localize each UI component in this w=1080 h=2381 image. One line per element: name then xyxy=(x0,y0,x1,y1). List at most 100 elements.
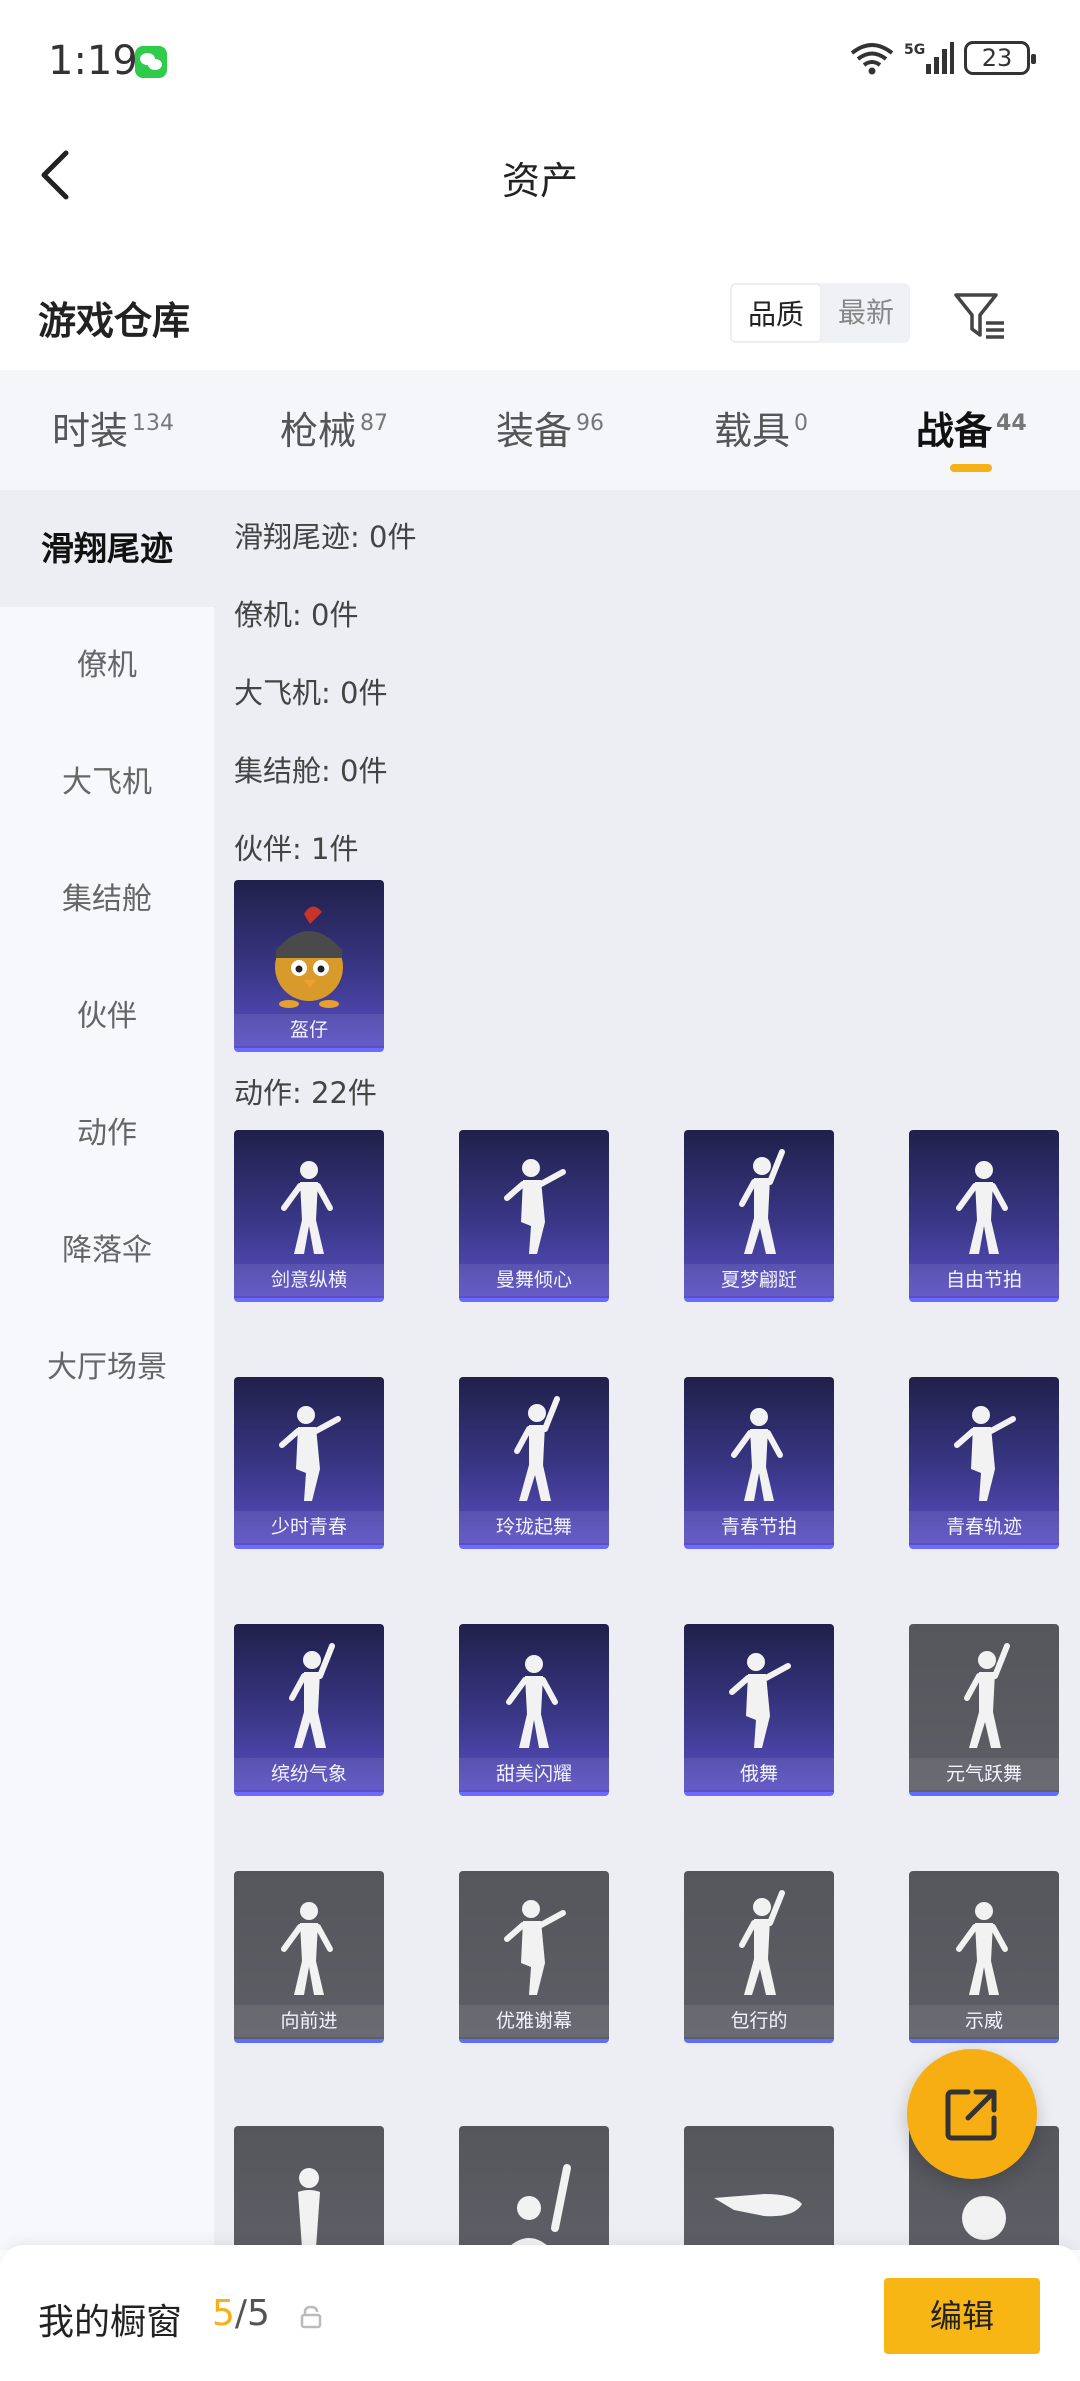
emote-card[interactable]: 剑意纵横 xyxy=(234,1130,384,1302)
tab-vehicles[interactable]: 载具 0 xyxy=(714,400,808,455)
edit-button[interactable]: 编辑 xyxy=(884,2278,1040,2354)
status-time: 1:19 xyxy=(48,38,138,84)
nav-bar: 资产 xyxy=(0,120,1080,230)
tab-count: 96 xyxy=(576,411,605,437)
share-icon xyxy=(945,2089,997,2141)
emote-card[interactable]: 示威 xyxy=(909,1871,1059,2043)
emote-card-partial[interactable] xyxy=(234,2126,384,2250)
tab-equipment[interactable]: 装备 96 xyxy=(496,400,604,455)
dancer-silhouette-icon xyxy=(729,1653,791,1748)
item-name: 曼舞倾心 xyxy=(459,1264,609,1296)
sidebar-item-parachute[interactable]: 降落伞 xyxy=(0,1192,214,1309)
tab-label: 装备 xyxy=(496,409,573,453)
sidebar-item-partner[interactable]: 伙伴 xyxy=(0,958,214,1075)
sidebar-item-pod[interactable]: 集结舱 xyxy=(0,841,214,958)
sidebar-item-glide-trail[interactable]: 滑翔尾迹 xyxy=(0,490,214,607)
tab-label: 枪械 xyxy=(280,409,357,453)
emote-card[interactable]: 青春节拍 xyxy=(684,1377,834,1549)
dancer-silhouette-icon xyxy=(514,1396,560,1501)
section-label-wingman: 僚机: 0件 xyxy=(234,598,359,632)
sort-quality-button[interactable]: 品质 xyxy=(730,283,823,343)
tab-fashion[interactable]: 时装 134 xyxy=(52,400,174,455)
warehouse-header: 游戏仓库 品质 最新 xyxy=(0,270,1080,370)
emote-card-partial[interactable] xyxy=(684,2126,834,2250)
tab-label: 载具 xyxy=(714,409,791,453)
filter-icon[interactable] xyxy=(950,285,1010,345)
emote-card[interactable]: 青春轨迹 xyxy=(909,1377,1059,1549)
emote-card[interactable]: 曼舞倾心 xyxy=(459,1130,609,1302)
emote-card[interactable]: 优雅谢幕 xyxy=(459,1871,609,2043)
item-name: 示威 xyxy=(909,2005,1059,2037)
tab-label: 战备 xyxy=(916,409,993,453)
waving-figure-icon xyxy=(505,2164,571,2250)
emote-card-partial[interactable] xyxy=(459,2126,609,2250)
emote-card[interactable]: 夏梦翩跹 xyxy=(684,1130,834,1302)
item-name: 元气跃舞 xyxy=(909,1758,1059,1790)
item-name: 缤纷气象 xyxy=(234,1758,384,1790)
active-tab-indicator xyxy=(950,464,992,472)
item-name: 向前进 xyxy=(234,2005,384,2037)
emote-card[interactable]: 少时青春 xyxy=(234,1377,384,1549)
sidebar-item-emote[interactable]: 动作 xyxy=(0,1075,214,1192)
sidebar: 滑翔尾迹 僚机 大飞机 集结舱 伙伴 动作 降落伞 大厅场景 xyxy=(0,490,214,2250)
dancer-silhouette-icon xyxy=(279,1406,341,1501)
tab-count: 87 xyxy=(360,411,389,437)
cellular-signal-icon: 5G xyxy=(904,42,954,74)
page-title: 资产 xyxy=(501,159,578,203)
dancer-silhouette-icon xyxy=(298,2168,320,2248)
section-label-emote: 动作: 22件 xyxy=(234,1076,377,1110)
item-name: 俄舞 xyxy=(684,1758,834,1790)
showcase-bar: 我的橱窗 5/5 编辑 xyxy=(0,2245,1080,2381)
item-list[interactable]: 滑翔尾迹: 0件 僚机: 0件 大飞机: 0件 集结舱: 0件 伙伴: 1件 盔… xyxy=(214,490,1080,2250)
item-name: 青春轨迹 xyxy=(909,1511,1059,1543)
item-name: 自由节拍 xyxy=(909,1264,1059,1296)
showcase-count-current: 5 xyxy=(212,2293,235,2334)
dancer-silhouette-icon xyxy=(964,1643,1010,1748)
battery-level: 23 xyxy=(981,44,1013,72)
dancer-silhouette-icon xyxy=(289,1643,335,1748)
warehouse-title: 游戏仓库 xyxy=(38,299,191,343)
wechat-notification-icon xyxy=(135,46,167,78)
dancer-silhouette-icon xyxy=(504,1159,566,1254)
wifi-icon xyxy=(850,43,894,75)
tab-guns[interactable]: 枪械 87 xyxy=(280,400,388,455)
category-tabs: 时装 134 枪械 87 装备 96 载具 0 战备 44 xyxy=(0,370,1080,490)
dancer-silhouette-icon xyxy=(956,1902,1008,1995)
item-name: 青春节拍 xyxy=(684,1511,834,1543)
pointing-hand-icon xyxy=(714,2194,802,2217)
item-name: 优雅谢幕 xyxy=(459,2005,609,2037)
emote-card[interactable]: 缤纷气象 xyxy=(234,1624,384,1796)
sidebar-item-wingman[interactable]: 僚机 xyxy=(0,607,214,724)
section-label-glide-trail: 滑翔尾迹: 0件 xyxy=(234,520,417,554)
sort-latest-button[interactable]: 最新 xyxy=(822,283,910,343)
dancer-silhouette-icon xyxy=(739,1890,785,1995)
tab-supplies[interactable]: 战备 44 xyxy=(916,400,1027,455)
partner-card[interactable]: 盔仔 xyxy=(234,880,384,1052)
section-label-plane: 大飞机: 0件 xyxy=(234,676,388,710)
item-name: 剑意纵横 xyxy=(234,1264,384,1296)
emote-card[interactable]: 元气跃舞 xyxy=(909,1624,1059,1796)
network-type: 5G xyxy=(904,42,925,58)
item-name: 包行的 xyxy=(684,2005,834,2037)
system-icons: 5G 23 xyxy=(850,40,1036,76)
dancer-silhouette-icon xyxy=(956,1161,1008,1254)
emote-card[interactable]: 甜美闪耀 xyxy=(459,1624,609,1796)
share-button[interactable] xyxy=(907,2049,1037,2179)
tab-count: 0 xyxy=(794,411,809,437)
emote-card[interactable]: 俄舞 xyxy=(684,1624,834,1796)
emote-card[interactable]: 玲珑起舞 xyxy=(459,1377,609,1549)
item-name: 夏梦翩跹 xyxy=(684,1264,834,1296)
sidebar-item-lobby-scene[interactable]: 大厅场景 xyxy=(0,1309,214,1426)
tab-count: 134 xyxy=(132,411,175,437)
sidebar-item-plane[interactable]: 大飞机 xyxy=(0,724,214,841)
item-name: 甜美闪耀 xyxy=(459,1758,609,1790)
tab-count: 44 xyxy=(996,411,1027,437)
item-name: 少时青春 xyxy=(234,1511,384,1543)
dancer-silhouette-icon xyxy=(281,1902,333,1995)
battery-icon: 23 xyxy=(964,41,1036,75)
emote-card[interactable]: 自由节拍 xyxy=(909,1130,1059,1302)
showcase-count-total: /5 xyxy=(234,2293,270,2334)
emote-card[interactable]: 包行的 xyxy=(684,1871,834,2043)
emote-card[interactable]: 向前进 xyxy=(234,1871,384,2043)
status-bar: 1:19 5G 23 xyxy=(0,0,1080,120)
